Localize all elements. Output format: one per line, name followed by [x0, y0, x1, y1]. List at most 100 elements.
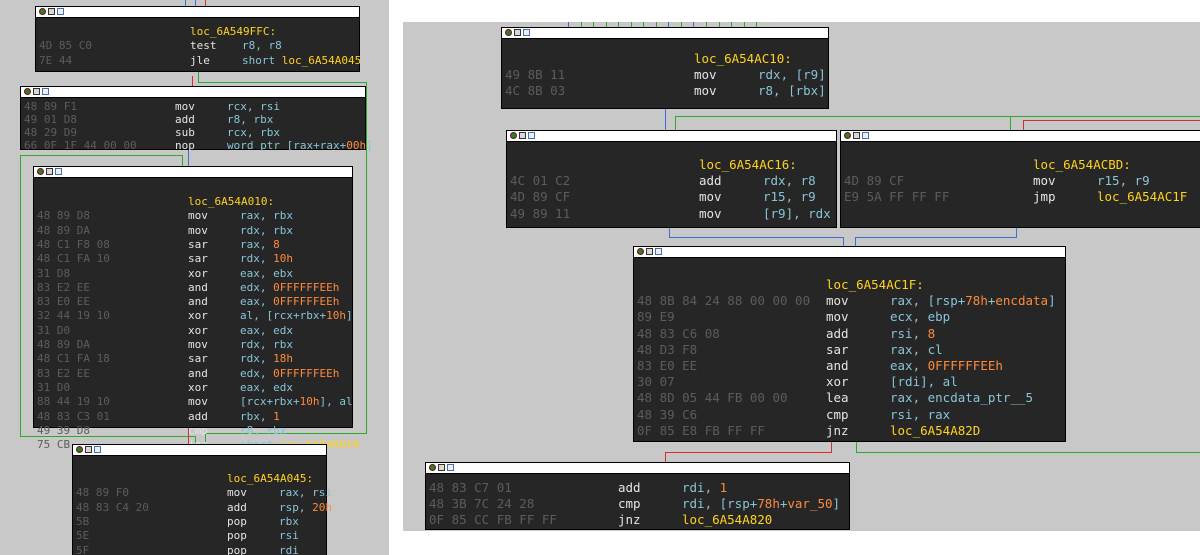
asm-line[interactable]: 0F 85 CC FB FF FF jnz loc_6A54A820	[426, 512, 849, 528]
color-icon[interactable]	[76, 446, 83, 453]
operands[interactable]: rdx, 10h	[240, 252, 293, 266]
operand-part[interactable]: loc_6A54AC1F	[1097, 189, 1187, 204]
operands[interactable]: r8, rbx	[240, 424, 286, 438]
node-body[interactable]: loc_6A54AC10: 49 8B 11 mov rdx, [r9] 4C 8B 0…	[502, 39, 828, 109]
node-body[interactable]: loc_6A549FFC: 4D 85 C0 test r8, r8 7E 44 jle s…	[36, 18, 361, 72]
asm-line[interactable]: 5E pop rsi	[73, 529, 326, 543]
code-block[interactable]: 48 83 C7 01 add rdi, 1 48 3B 7C 24 28 cmp rdi…	[425, 462, 850, 530]
asm-line[interactable]: 5B pop rbx	[73, 515, 326, 529]
operands[interactable]: eax, 0FFFFFFEEh	[240, 295, 339, 309]
color-icon[interactable]	[637, 248, 644, 255]
asm-line[interactable]: 48 89 D8 mov rax, rbx	[34, 209, 352, 223]
asm-line[interactable]: 31 D0 xor eax, edx	[34, 324, 352, 338]
operands[interactable]: rsi	[279, 529, 299, 543]
asm-line[interactable]: 49 39 D8 cmp r8, rbx	[34, 424, 352, 438]
node-body[interactable]: loc_6A54A045: 48 89 F0 mov rax, rsi 48 83 C4…	[73, 456, 332, 555]
operands[interactable]: short loc_6A54A045	[242, 54, 361, 68]
asm-line[interactable]: 7E 44 jle short loc_6A54A045	[36, 54, 361, 68]
asm-line[interactable]: loc_6A54AC1F:	[634, 277, 1065, 293]
asm-line[interactable]: 5F pop rdi	[73, 544, 326, 555]
operands[interactable]: eax, 0FFFFFFEEh	[890, 358, 1003, 374]
asm-line[interactable]: 48 C1 FA 18 sar rdx, 18h	[34, 352, 352, 366]
operands[interactable]: eax, ebx	[240, 267, 293, 281]
code-block[interactable]: loc_6A54A010: 48 89 D8 mov rax, rbx 48 89 DA…	[33, 166, 359, 451]
operands[interactable]: [rcx+rbx+10h], al	[240, 395, 353, 409]
asm-line[interactable]: loc_6A54AC16:	[507, 157, 836, 173]
operands[interactable]: eax, edx	[240, 324, 293, 338]
asm-line[interactable]: 48 C1 FA 10 sar rdx, 10h	[34, 252, 352, 266]
link-icon[interactable]	[447, 464, 454, 471]
graph-icon[interactable]	[85, 446, 92, 453]
asm-line[interactable]: loc_6A54AC10:	[502, 51, 828, 67]
operands[interactable]: rax, cl	[890, 342, 943, 358]
operands[interactable]: rdx, [r9]	[758, 67, 826, 83]
left-graph-canvas[interactable]: loc_6A549FFC: 4D 85 C0 test r8, r8 7E 44 jle s…	[0, 0, 389, 555]
code-block[interactable]: loc_6A54ACBD: 4D 89 CF mov r15, r9 E9 5A FF …	[840, 130, 1200, 228]
asm-line[interactable]: 4C 8B 03 mov r8, [rbx]	[502, 83, 828, 99]
right-graph-canvas[interactable]: loc_6A54AC10: 49 8B 11 mov rdx, [r9] 4C 8B 0…	[403, 22, 1200, 531]
asm-line[interactable]: 83 E0 EE and eax, 0FFFFFFEEh	[34, 295, 352, 309]
graph-icon[interactable]	[514, 29, 521, 36]
color-icon[interactable]	[510, 132, 517, 139]
asm-line[interactable]: 66 0F 1F 44 00 00 nop word ptr [rax+rax+00…	[21, 139, 373, 153]
operands[interactable]: rbx	[279, 515, 299, 529]
asm-line[interactable]: 4D 89 CF mov r15, r9	[507, 189, 836, 205]
node-body[interactable]: loc_6A54A010: 48 89 D8 mov rax, rbx 48 89 DA…	[34, 178, 359, 451]
code-label[interactable]: loc_6A54AC16:	[699, 157, 797, 173]
node-body[interactable]: loc_6A54AC1F: 48 8B 84 24 88 00 00 00 mov r…	[634, 258, 1065, 442]
code-label[interactable]: loc_6A54A045:	[227, 472, 313, 486]
node-body[interactable]: loc_6A54ACBD: 4D 89 CF mov r15, r9 E9 5A FF …	[841, 142, 1200, 228]
asm-line[interactable]: 48 D3 F8 sar rax, cl	[634, 342, 1065, 358]
graph-icon[interactable]	[33, 88, 40, 95]
link-icon[interactable]	[42, 88, 49, 95]
link-icon[interactable]	[862, 132, 869, 139]
node-body[interactable]: 48 83 C7 01 add rdi, 1 48 3B 7C 24 28 cmp rdi…	[426, 474, 849, 530]
operands[interactable]: loc_6A54A82D	[890, 423, 980, 439]
operand-part[interactable]: loc_6A54A820	[682, 512, 772, 527]
code-label[interactable]: loc_6A54ACBD:	[1033, 157, 1131, 173]
operands[interactable]: rbx, 1	[240, 410, 280, 424]
code-label[interactable]: loc_6A54AC10:	[694, 51, 792, 67]
asm-line[interactable]: 48 3B 7C 24 28 cmp rdi, [rsp+78h+var_50]	[426, 496, 849, 512]
operands[interactable]: rax, rbx	[240, 209, 293, 223]
code-block[interactable]: loc_6A54AC16: 4C 01 C2 add rdx, r8 4D 89 CF m…	[506, 130, 837, 228]
operands[interactable]: rsi, 8	[890, 326, 935, 342]
asm-line[interactable]: loc_6A54ACBD:	[841, 157, 1200, 173]
operands[interactable]: edx, 0FFFFFFEEh	[240, 367, 339, 381]
link-icon[interactable]	[57, 8, 64, 15]
operands[interactable]: rsp, 20h	[279, 501, 332, 515]
asm-line[interactable]: 89 E9 mov ecx, ebp	[634, 309, 1065, 325]
graph-icon[interactable]	[519, 132, 526, 139]
link-icon[interactable]	[528, 132, 535, 139]
asm-line[interactable]: 49 89 11 mov [r9], rdx	[507, 206, 836, 222]
asm-line[interactable]: 48 89 F0 mov rax, rsi	[73, 486, 332, 500]
color-icon[interactable]	[429, 464, 436, 471]
asm-line[interactable]: 49 8B 11 mov rdx, [r9]	[502, 67, 828, 83]
operands[interactable]: rdx, r8	[763, 173, 816, 189]
operands[interactable]: loc_6A54AC1F	[1097, 189, 1187, 205]
code-label[interactable]: loc_6A54A010:	[188, 195, 274, 209]
graph-icon[interactable]	[853, 132, 860, 139]
asm-line[interactable]: 4D 85 C0 test r8, r8	[36, 39, 359, 53]
graph-icon[interactable]	[438, 464, 445, 471]
operands[interactable]: edx, 0FFFFFFEEh	[240, 281, 339, 295]
asm-line[interactable]: 88 44 19 10 mov [rcx+rbx+10h], al	[34, 395, 353, 409]
code-block[interactable]: 48 89 F1 mov rcx, rsi 49 01 D8 add r8, rbx 48 …	[20, 86, 373, 153]
asm-line[interactable]: 31 D8 xor eax, ebx	[34, 267, 352, 281]
code-block[interactable]: loc_6A54AC10: 49 8B 11 mov rdx, [r9] 4C 8B 0…	[501, 27, 829, 109]
graph-icon[interactable]	[46, 168, 53, 175]
asm-line[interactable]: 48 89 DA mov rdx, rbx	[34, 338, 352, 352]
node-body[interactable]: 48 89 F1 mov rcx, rsi 49 01 D8 add r8, rbx 48 …	[21, 98, 373, 153]
operands[interactable]: [r9], rdx	[763, 206, 831, 222]
operand-part[interactable]: loc_6A54A82D	[890, 423, 980, 438]
asm-line[interactable]: 4D 89 CF mov r15, r9	[841, 173, 1200, 189]
link-icon[interactable]	[523, 29, 530, 36]
operands[interactable]: rax, rsi	[279, 486, 332, 500]
operands[interactable]: eax, edx	[240, 381, 293, 395]
color-icon[interactable]	[505, 29, 512, 36]
node-body[interactable]: loc_6A54AC16: 4C 01 C2 add rdx, r8 4D 89 CF m…	[507, 142, 836, 228]
operands[interactable]: al, [rcx+rbx+10h]	[240, 309, 353, 323]
code-label[interactable]: loc_6A549FFC:	[190, 25, 276, 39]
code-block[interactable]: loc_6A54AC1F: 48 8B 84 24 88 00 00 00 mov r…	[633, 246, 1066, 442]
code-block[interactable]: loc_6A54A045: 48 89 F0 mov rax, rsi 48 83 C4…	[72, 444, 332, 555]
